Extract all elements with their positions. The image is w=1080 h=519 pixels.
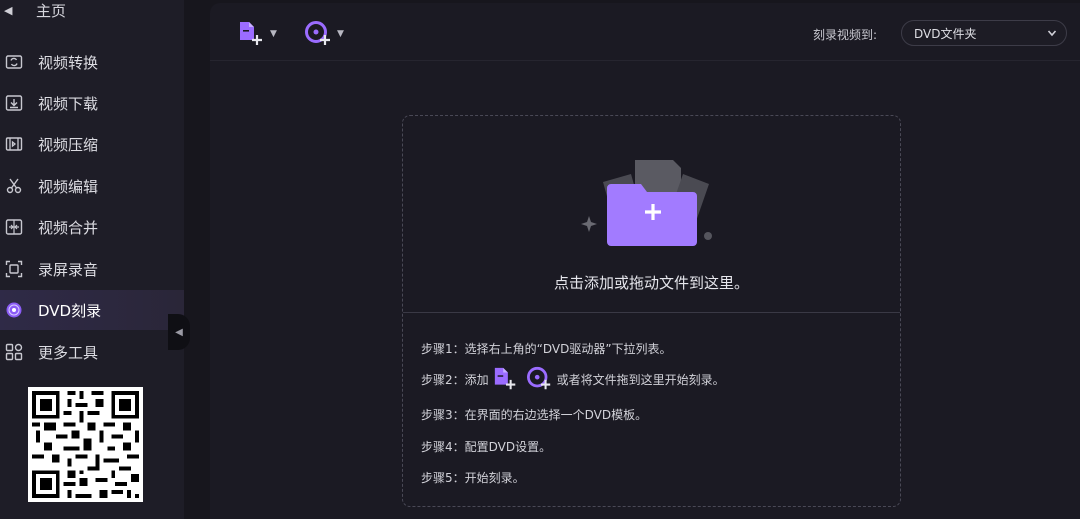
add-file-button[interactable]: ▼ <box>238 20 277 48</box>
add-file-icon <box>240 22 262 45</box>
sidebar-item-screen-record[interactable]: 录屏录音 <box>0 249 184 289</box>
add-folder-illustration <box>581 160 712 246</box>
sidebar-item-label: 视频下载 <box>38 94 99 113</box>
sidebar-item-video-convert[interactable]: 视频转换 <box>0 42 184 82</box>
home-link[interactable]: ◀ 主页 <box>0 0 66 20</box>
divider <box>403 312 900 313</box>
burn-destination-dropdown[interactable]: DVD文件夹 <box>901 20 1067 46</box>
toolbar: ▼ ▼ 刻录视频到: DVD文件夹 <box>210 3 1080 61</box>
chevron-down-icon <box>1047 30 1057 37</box>
sidebar-item-label: 更多工具 <box>38 343 99 362</box>
main-panel: ▼ ▼ 刻录视频到: DVD文件夹 点击添加或拖动文件到这里。 步骤1：选择右上… <box>210 3 1080 519</box>
add-disc-button[interactable]: ▼ <box>305 20 344 48</box>
grid-icon <box>5 343 23 361</box>
sidebar-item-label: 视频合并 <box>38 218 99 237</box>
merge-icon <box>5 219 23 235</box>
sidebar-item-label: 录屏录音 <box>38 260 99 279</box>
dropdown-value: DVD文件夹 <box>914 26 977 41</box>
step-3: 步骤3：在界面的右边选择一个DVD模板。 <box>421 408 648 422</box>
compress-icon <box>5 137 23 151</box>
step-5: 步骤5：开始刻录。 <box>421 471 525 485</box>
chevron-down-icon: ▼ <box>337 29 344 39</box>
burn-to-label: 刻录视频到: <box>813 28 878 42</box>
step-1: 步骤1：选择右上角的“DVD驱动器”下拉列表。 <box>421 342 672 356</box>
sidebar-item-label: 视频编辑 <box>38 177 99 196</box>
download-icon <box>5 95 23 111</box>
add-disc-icon <box>305 21 330 45</box>
chevron-left-icon: ◀ <box>175 326 183 338</box>
sidebar-item-dvd-burn[interactable]: DVD刻录 <box>0 290 184 330</box>
sidebar-item-label: DVD刻录 <box>38 301 102 320</box>
sidebar-item-label: 视频压缩 <box>38 135 99 154</box>
home-label: 主页 <box>36 1 67 20</box>
sidebar: ◀ 主页 视频转换 视频下载 视频压缩 视频编辑 视频合并 录屏录音 DVD刻录… <box>0 0 184 519</box>
add-file-icon[interactable] <box>493 366 519 392</box>
sidebar-collapse-toggle[interactable]: ◀ <box>168 314 190 350</box>
back-chevron-icon: ◀ <box>4 3 13 17</box>
sidebar-item-video-compress[interactable]: 视频压缩 <box>0 124 184 164</box>
sidebar-item-video-edit[interactable]: 视频编辑 <box>0 166 184 206</box>
sidebar-item-label: 视频转换 <box>38 53 99 72</box>
sidebar-item-more-tools[interactable]: 更多工具 <box>0 332 184 372</box>
step-2-prefix: 步骤2：添加 <box>421 372 489 387</box>
chevron-down-icon: ▼ <box>270 29 277 39</box>
file-drop-zone[interactable]: 点击添加或拖动文件到这里。 步骤1：选择右上角的“DVD驱动器”下拉列表。 步骤… <box>402 115 901 507</box>
step-2: 步骤2：添加 或者将文件拖到这里开始刻录。 <box>421 366 725 392</box>
drop-prompt: 点击添加或拖动文件到这里。 <box>553 274 749 292</box>
qr-code-image <box>28 387 143 502</box>
screen-record-icon <box>5 260 23 278</box>
sidebar-item-video-download[interactable]: 视频下载 <box>0 83 184 123</box>
step-4: 步骤4：配置DVD设置。 <box>421 440 552 454</box>
sidebar-item-video-merge[interactable]: 视频合并 <box>0 207 184 247</box>
step-2-suffix: 或者将文件拖到这里开始刻录。 <box>556 372 725 387</box>
scissors-icon <box>6 178 22 194</box>
dvd-disc-icon <box>6 302 22 318</box>
add-disc-icon[interactable] <box>526 366 553 392</box>
video-convert-icon <box>5 55 23 69</box>
